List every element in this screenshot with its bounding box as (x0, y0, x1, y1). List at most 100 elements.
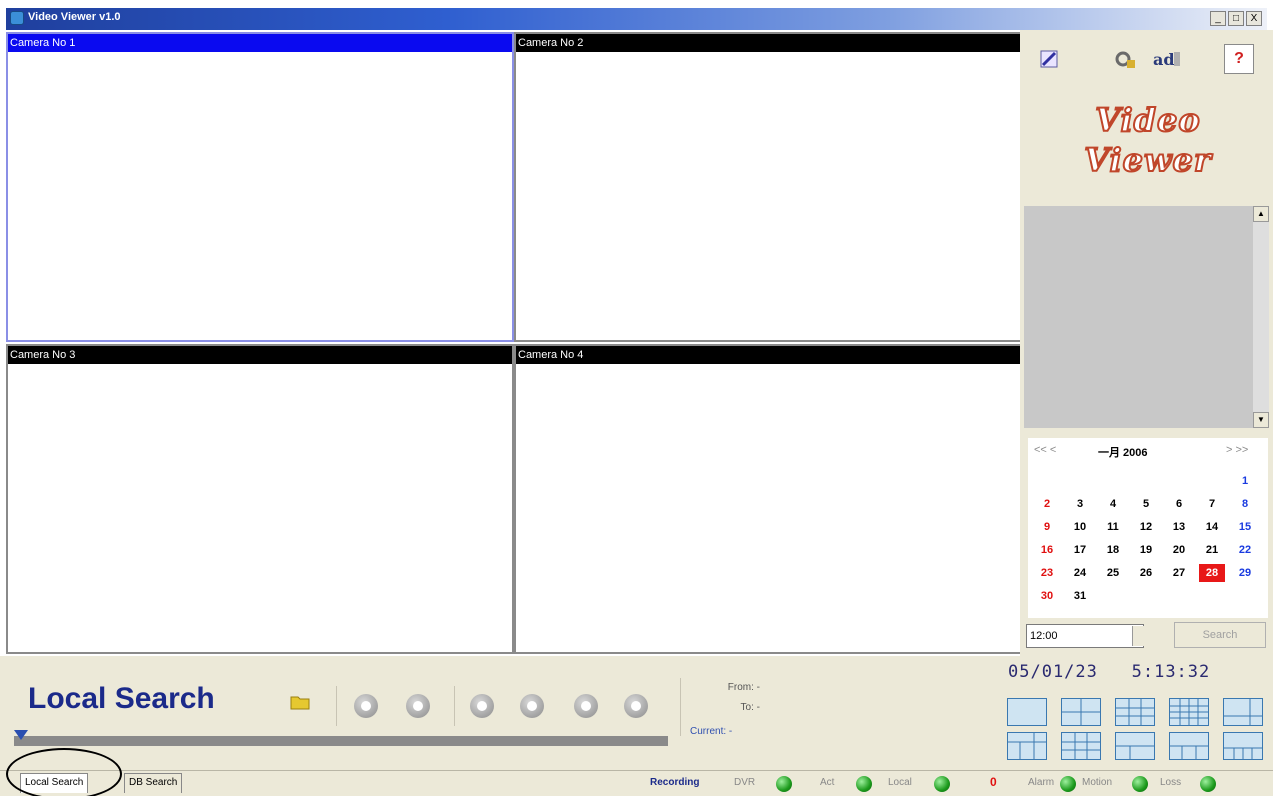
event-count: 0 (990, 775, 997, 789)
stop-button[interactable] (406, 694, 430, 718)
calendar-day[interactable]: 12 (1133, 518, 1159, 536)
svg-text:ad: ad (1153, 50, 1175, 69)
camera-label: Camera No 2 (516, 34, 1020, 52)
layout-2x2-button[interactable] (1061, 698, 1101, 726)
network-icon[interactable]: ad (1152, 44, 1182, 74)
close-button[interactable]: X (1246, 11, 1262, 26)
calendar-day[interactable]: 7 (1199, 495, 1225, 513)
layout-1x1-button[interactable] (1007, 698, 1047, 726)
calendar-day[interactable]: 3 (1067, 495, 1093, 513)
playback-title: Local Search (28, 682, 215, 715)
alarm-status-icon (1060, 776, 1076, 792)
clock: 05/01/23 5:13:32 (1008, 662, 1210, 682)
title-bar: Video Viewer v1.0 _ □ X (0, 0, 1273, 30)
calendar-day[interactable]: 25 (1100, 564, 1126, 582)
help-label: ? (1234, 50, 1244, 67)
calendar-day[interactable]: 30 (1034, 587, 1060, 605)
scrollbar[interactable] (1253, 206, 1269, 428)
separator (454, 686, 455, 726)
dvr-label: DVR (734, 777, 756, 788)
calendar-next-button[interactable]: > >> (1226, 444, 1248, 456)
toolbar: ad ? (1026, 38, 1270, 86)
loss-label: Loss (1160, 777, 1182, 788)
step-forward-button[interactable] (574, 694, 598, 718)
maximize-button[interactable]: □ (1228, 11, 1244, 26)
search-button[interactable]: Search (1174, 622, 1266, 648)
scroll-down-icon[interactable]: ▼ (1253, 412, 1269, 428)
status-bar: Local Search DB Search Recording DVR Act… (0, 770, 1273, 796)
camera-panel-4[interactable]: Camera No 4 (514, 344, 1022, 654)
calendar-header: << < 一月 2006 > >> (1028, 440, 1268, 460)
calendar-month-title: 一月 2006 (1098, 447, 1148, 459)
clock-time: 5:13:32 (1131, 662, 1211, 682)
layout-custom-button[interactable] (1061, 732, 1101, 760)
layout-4x4-button[interactable] (1169, 698, 1209, 726)
calendar-day[interactable]: 13 (1166, 518, 1192, 536)
layout-custom-button[interactable] (1115, 732, 1155, 760)
logo: Video Viewer (1028, 100, 1268, 190)
help-icon[interactable]: ? (1224, 44, 1254, 74)
calendar-day[interactable]: 31 (1067, 587, 1093, 605)
calendar-day[interactable]: 20 (1166, 541, 1192, 559)
folder-icon[interactable] (290, 692, 310, 715)
layout-custom-button[interactable] (1169, 732, 1209, 760)
calendar-day[interactable]: 16 (1034, 541, 1060, 559)
calendar-day[interactable]: 9 (1034, 518, 1060, 536)
calendar-day[interactable]: 23 (1034, 564, 1060, 582)
calendar-day[interactable]: 10 (1067, 518, 1093, 536)
camera-list[interactable]: ▲ ▼ (1024, 206, 1269, 428)
calendar-day[interactable]: 18 (1100, 541, 1126, 559)
scroll-up-icon[interactable]: ▲ (1253, 206, 1269, 222)
calendar-day[interactable]: 11 (1100, 518, 1126, 536)
motion-status-icon (1132, 776, 1148, 792)
fast-forward-button[interactable] (624, 694, 648, 718)
progress-handle-icon[interactable] (14, 730, 28, 740)
camera-label: Camera No 4 (516, 346, 1020, 364)
layout-custom-button[interactable] (1007, 732, 1047, 760)
local-label: Local (888, 777, 912, 788)
calendar-day[interactable]: 19 (1133, 541, 1159, 559)
camera-panel-1[interactable]: Camera No 1 (6, 32, 514, 342)
calendar-day[interactable]: 21 (1199, 541, 1225, 559)
annotation-circle (6, 748, 122, 796)
camera-panel-3[interactable]: Camera No 3 (6, 344, 514, 654)
camera-label: Camera No 1 (8, 34, 512, 52)
calendar-prev-button[interactable]: << < (1034, 444, 1056, 456)
calendar-day[interactable]: 4 (1100, 495, 1126, 513)
calendar-day[interactable]: 6 (1166, 495, 1192, 513)
rewind-button[interactable] (470, 694, 494, 718)
calendar-day[interactable]: 17 (1067, 541, 1093, 559)
calendar-day[interactable]: 29 (1232, 564, 1258, 582)
calendar-day[interactable]: 1 (1232, 472, 1258, 490)
calendar-day[interactable]: 15 (1232, 518, 1258, 536)
calendar-day[interactable]: 26 (1133, 564, 1159, 582)
motion-label: Motion (1082, 777, 1113, 788)
play-button[interactable] (354, 694, 378, 718)
calendar-day[interactable]: 22 (1232, 541, 1258, 559)
act-status-icon (856, 776, 872, 792)
calendar-day[interactable]: 14 (1199, 518, 1225, 536)
calendar-day[interactable]: 5 (1133, 495, 1159, 513)
calendar-day[interactable]: 24 (1067, 564, 1093, 582)
calendar-day[interactable]: 8 (1232, 495, 1258, 513)
layout-custom-button[interactable] (1223, 732, 1263, 760)
calendar-day[interactable]: 2 (1034, 495, 1060, 513)
playback-progress-bar[interactable] (14, 736, 668, 746)
layout-custom-button[interactable] (1223, 698, 1263, 726)
settings-icon[interactable] (1110, 44, 1140, 74)
camera-panel-2[interactable]: Camera No 2 (514, 32, 1022, 342)
time-spinner[interactable] (1132, 626, 1144, 646)
time-input[interactable]: 12:00 (1026, 624, 1144, 648)
from-label: From: - (727, 682, 760, 693)
logo-line-1: Video (1094, 100, 1201, 140)
calendar-day[interactable]: 27 (1166, 564, 1192, 582)
local-status-icon (934, 776, 950, 792)
to-label: To: - (740, 702, 760, 713)
tab-db-search[interactable]: DB Search (124, 773, 183, 793)
edit-icon[interactable] (1034, 44, 1064, 74)
minimize-button[interactable]: _ (1210, 11, 1226, 26)
pause-button[interactable] (520, 694, 544, 718)
calendar-day[interactable]: 28 (1199, 564, 1225, 582)
layout-3x3-button[interactable] (1115, 698, 1155, 726)
app-icon (10, 11, 24, 25)
